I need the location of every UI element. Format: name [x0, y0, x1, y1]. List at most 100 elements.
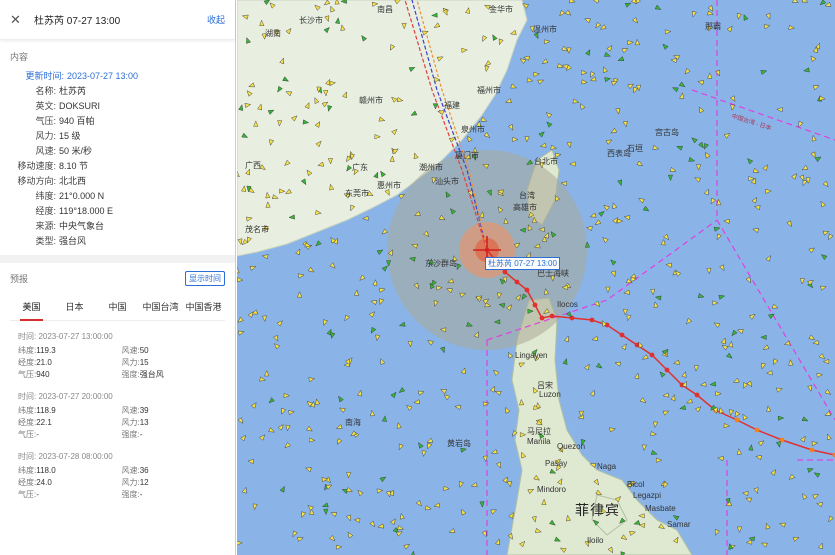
ship-marker	[734, 411, 741, 418]
forecast-time: 时间: 2023-07-27 20:00:00	[18, 392, 113, 401]
info-value: 2023-07-27 13:00	[67, 71, 139, 81]
ship-marker	[808, 334, 816, 340]
ship-marker	[654, 295, 662, 301]
ship-marker	[281, 407, 286, 415]
typhoon-info-panel: ✕ 杜苏芮 07-27 13:00 收起 内容 更新时间: 2023-07-27 …	[0, 0, 236, 555]
divider	[0, 255, 235, 263]
ship-marker	[748, 444, 754, 451]
forecast-field: 风速:39	[122, 405, 226, 417]
info-key: 纬度:	[35, 191, 56, 201]
ship-marker	[507, 351, 514, 359]
forecast-tab[interactable]: 中国台湾	[139, 294, 182, 320]
ship-marker	[729, 95, 736, 103]
info-value: 杜苏芮	[59, 86, 87, 96]
ship-marker	[586, 226, 593, 231]
ship-marker	[786, 220, 792, 228]
info-row: 风速: 50 米/秒	[10, 144, 225, 159]
show-time-button[interactable]: 显示时间	[185, 271, 225, 286]
ship-marker	[505, 98, 512, 103]
forecast-value: 50	[139, 346, 149, 355]
ship-marker	[397, 525, 404, 530]
ship-marker	[623, 289, 630, 295]
forecast-key: 强度:	[121, 370, 140, 379]
info-row: 名称: 杜苏芮	[10, 84, 225, 99]
ship-marker	[398, 321, 406, 327]
forecast-key: 风速:	[121, 466, 140, 475]
ship-marker	[370, 409, 376, 417]
ship-marker	[792, 536, 800, 542]
ship-marker	[776, 387, 783, 393]
ship-marker	[752, 167, 760, 173]
ship-marker	[627, 40, 634, 46]
forecast-value: 12	[139, 478, 149, 487]
info-key: 类型:	[35, 236, 56, 246]
ship-marker	[347, 531, 354, 539]
ship-marker	[788, 24, 795, 30]
forecast-field: 风力:13	[122, 417, 226, 429]
ship-marker	[569, 0, 576, 4]
forecast-grid: 纬度:118.9 风速:39 经度:22.1 风力:13 气压:- 强度:-	[18, 405, 225, 441]
ship-marker	[323, 319, 328, 326]
ship-marker	[673, 359, 680, 365]
map-canvas[interactable]	[237, 0, 835, 555]
forecast-value: 15	[139, 358, 149, 367]
forecast-tab[interactable]: 中国香港	[182, 294, 225, 320]
ship-marker	[728, 340, 734, 348]
track-point	[532, 302, 538, 308]
ship-marker	[742, 413, 748, 421]
track-point	[649, 352, 655, 358]
info-value: 强台风	[59, 236, 87, 246]
track-point	[664, 367, 670, 373]
ship-marker	[598, 211, 605, 217]
ship-marker	[760, 70, 768, 75]
ship-marker	[660, 238, 666, 246]
ship-marker	[421, 450, 427, 457]
ship-marker	[346, 514, 351, 522]
ship-marker	[746, 380, 753, 388]
ship-marker	[237, 417, 244, 424]
track-point	[502, 269, 508, 275]
ship-marker	[788, 473, 795, 480]
ship-marker	[694, 177, 701, 183]
ship-marker	[776, 107, 783, 113]
forecast-key: 强度:	[121, 490, 140, 499]
city-label: 湖南	[265, 29, 281, 38]
close-icon[interactable]: ✕	[10, 12, 26, 28]
ship-marker	[818, 542, 823, 550]
ship-marker	[482, 401, 490, 407]
ship-marker	[634, 38, 640, 46]
typhoon-map[interactable]: 南昌 金华市 温州市 长沙市 赣州市 福建 福州市 湖南 广西 广东 泉州市 潮州市 厦门市 汕头市 东莞市…	[237, 0, 835, 555]
ship-marker	[308, 437, 316, 443]
ship-marker	[557, 63, 564, 68]
ship-marker	[622, 309, 628, 316]
ship-marker	[259, 376, 266, 382]
forecast-time: 时间: 2023-07-28 08:00:00	[18, 452, 113, 461]
typhoon-label[interactable]: 杜苏芮 07-27 13:00	[485, 257, 560, 270]
ship-marker	[679, 92, 685, 99]
city-label: Lingayen	[515, 351, 548, 360]
ship-marker	[376, 488, 384, 494]
ship-marker	[390, 391, 397, 399]
ship-marker	[737, 526, 742, 533]
ship-marker	[559, 9, 566, 17]
ship-marker	[594, 300, 601, 308]
ship-marker	[686, 318, 692, 325]
ship-marker	[800, 435, 806, 443]
ship-marker	[771, 303, 779, 309]
info-row: 移动方向: 北北西	[10, 174, 225, 189]
ship-marker	[315, 240, 322, 247]
ship-marker	[595, 362, 603, 369]
ship-marker	[715, 529, 720, 536]
ship-marker	[261, 254, 269, 260]
ship-marker	[467, 135, 473, 143]
collapse-button[interactable]: 收起	[207, 13, 225, 26]
city-label: 泉州市	[461, 125, 485, 134]
forecast-tab[interactable]: 美国	[10, 294, 53, 321]
ship-marker	[605, 286, 611, 294]
ship-marker	[307, 266, 315, 273]
ship-marker	[688, 156, 696, 162]
forecast-value: 22.1	[36, 418, 52, 427]
ship-marker	[510, 83, 518, 89]
forecast-tab[interactable]: 中国	[96, 294, 139, 320]
forecast-tab[interactable]: 日本	[53, 294, 96, 320]
